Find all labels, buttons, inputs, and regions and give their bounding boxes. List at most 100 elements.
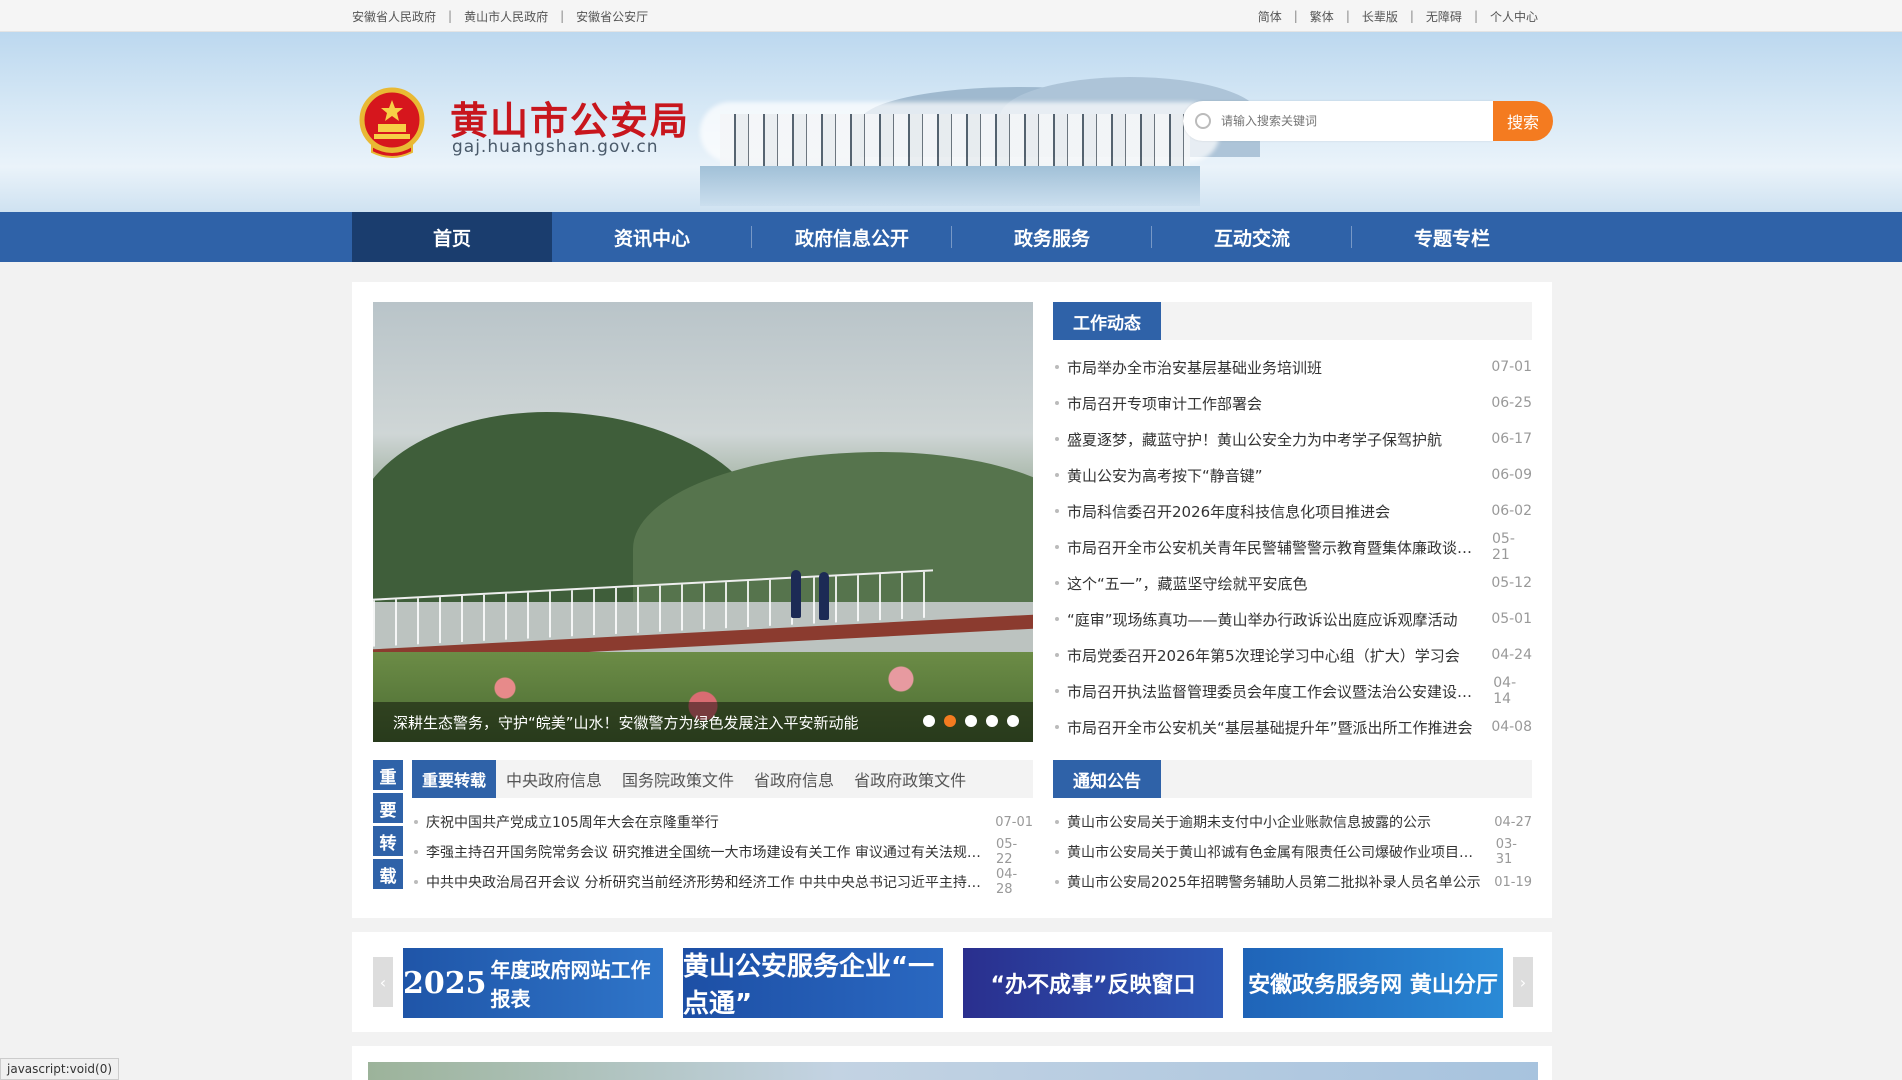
national-emblem-icon xyxy=(359,87,425,158)
list-item[interactable]: 盛夏逐梦，藏蓝守护！黄山公安全力为中考学子保驾护航 06-17 xyxy=(1053,421,1532,457)
search-box xyxy=(1183,101,1493,141)
nav-special-topics[interactable]: 专题专栏 xyxy=(1352,212,1552,262)
link-anhui-gov[interactable]: 安徽省人民政府 xyxy=(352,8,436,25)
list-item-date: 03-31 xyxy=(1495,837,1517,867)
list-item[interactable]: 市局举办全市治安基层基础业务培训班 07-01 xyxy=(1053,349,1532,385)
banner-text: “办不成事”反映窗口 xyxy=(990,973,1196,998)
vertical-char: 载 xyxy=(373,859,403,889)
tab-provincial-policy[interactable]: 省政府政策文件 xyxy=(844,760,976,798)
list-item-title[interactable]: 黄山市公安局关于黄山祁诚有色金属有限责任公司爆破作业项目的公示 xyxy=(1053,842,1484,862)
top-bar: 安徽省人民政府 | 黄山市人民政府 | 安徽省公安厅 简体 | 繁体 | 长辈版… xyxy=(0,0,1902,32)
list-item[interactable]: 黄山公安为高考按下“静音键” 06-09 xyxy=(1053,457,1532,493)
banner-website-report[interactable]: 2025 年度政府网站工作报表 xyxy=(403,948,663,1018)
carousel-dot[interactable] xyxy=(986,715,998,727)
list-item-date: 04-28 xyxy=(995,867,1018,897)
nav-label: 政务服务 xyxy=(1013,227,1090,250)
top-links-left: 安徽省人民政府 | 黄山市人民政府 | 安徽省公安厅 xyxy=(352,0,648,32)
carousel-dots xyxy=(923,715,1019,727)
nav-gov-services[interactable]: 政务服务 xyxy=(952,212,1152,262)
link-traditional[interactable]: 繁体 xyxy=(1310,8,1334,25)
nav-gov-info[interactable]: 政府信息公开 xyxy=(752,212,952,262)
link-anhui-police[interactable]: 安徽省公安厅 xyxy=(576,8,648,25)
divider: | xyxy=(1345,9,1350,23)
main-nav: 首页 资讯中心 政府信息公开 政务服务 互动交流 专题专栏 xyxy=(0,212,1902,262)
search-button[interactable]: 搜索 xyxy=(1493,101,1553,141)
banner-next-arrow[interactable]: › xyxy=(1513,957,1533,1007)
list-item-title[interactable]: 这个“五一”，藏蓝坚守绘就平安底色 xyxy=(1053,573,1308,594)
nav-home[interactable]: 首页 xyxy=(352,212,552,262)
site-domain: gaj.huangshan.gov.cn xyxy=(452,137,659,157)
banner-enterprise-service[interactable]: 黄山公安服务企业“一点通” xyxy=(683,948,943,1018)
news-carousel[interactable]: 深耕生态警务，守护“皖美”山水！安徽警方为绿色发展注入平安新动能 xyxy=(373,302,1033,742)
link-huangshan-gov[interactable]: 黄山市人民政府 xyxy=(464,8,548,25)
list-item[interactable]: 市局召开全市公安机关“基层基础提升年”暨派出所工作推进会 04-08 xyxy=(1053,709,1532,745)
bottom-banner-image[interactable] xyxy=(368,1062,1538,1080)
list-item-title[interactable]: 黄山市公安局2025年招聘警务辅助人员第二批拟补录人员名单公示 xyxy=(1053,872,1481,892)
link-simplified[interactable]: 简体 xyxy=(1258,8,1282,25)
list-item[interactable]: 李强主持召开国务院常务会议 研究推进全国统一大市场建设有关工作 审议通过有关法规… xyxy=(412,837,1033,867)
carousel-caption-text: 深耕生态警务，守护“皖美”山水！安徽警方为绿色发展注入平安新动能 xyxy=(393,713,859,732)
list-item-title[interactable]: 黄山公安为高考按下“静音键” xyxy=(1053,465,1263,486)
divider: | xyxy=(1473,9,1478,23)
list-item[interactable]: 市局召开执法监督管理委员会年度工作会议暨法治公安建设推进会 04-14 xyxy=(1053,673,1532,709)
link-accessibility[interactable]: 无障碍 xyxy=(1426,8,1462,25)
list-item-date: 04-27 xyxy=(1494,814,1532,830)
banner-text: 黄山公安服务企业“一点通” xyxy=(683,952,935,1018)
list-item-title[interactable]: 庆祝中国共产党成立105周年大会在京隆重举行 xyxy=(412,812,719,832)
list-item[interactable]: “庭审”现场练真功——黄山举办行政诉讼出庭应诉观摩活动 05-01 xyxy=(1053,601,1532,637)
list-item-title[interactable]: 盛夏逐梦，藏蓝守护！黄山公安全力为中考学子保驾护航 xyxy=(1053,429,1442,450)
tab-notices[interactable]: 通知公告 xyxy=(1053,760,1161,798)
list-item-title[interactable]: 市局科信委召开2026年度科技信息化项目推进会 xyxy=(1053,501,1390,522)
list-item[interactable]: 中共中央政治局召开会议 分析研究当前经济形势和经济工作 中共中央总书记习近平主持… xyxy=(412,867,1033,897)
banner-text: 年度政府网站工作报表 xyxy=(490,958,651,1011)
work-news-header: 工作动态 xyxy=(1053,302,1532,340)
list-item[interactable]: 市局科信委召开2026年度科技信息化项目推进会 06-02 xyxy=(1053,493,1532,529)
vertical-char: 转 xyxy=(373,826,403,856)
browser-status-url: javascript:void(0) xyxy=(0,1058,120,1080)
list-item-title[interactable]: 黄山市公安局关于逾期未支付中小企业账款信息披露的公示 xyxy=(1053,812,1431,832)
list-item-title[interactable]: 市局举办全市治安基层基础业务培训班 xyxy=(1053,357,1322,378)
tab-central-gov-info[interactable]: 中央政府信息 xyxy=(496,760,612,798)
banner-complaint-window[interactable]: “办不成事”反映窗口 xyxy=(963,948,1223,1018)
tab-important-reprints[interactable]: 重要转载 xyxy=(412,760,497,798)
notices-list: 黄山市公安局关于逾期未支付中小企业账款信息披露的公示 04-27 黄山市公安局关于黄… xyxy=(1053,807,1532,897)
list-item[interactable]: 市局召开专项审计工作部署会 06-25 xyxy=(1053,385,1532,421)
list-item[interactable]: 黄山市公安局关于逾期未支付中小企业账款信息披露的公示 04-27 xyxy=(1053,807,1532,837)
header-water-reflection xyxy=(700,166,1200,206)
list-item-title[interactable]: 市局召开专项审计工作部署会 xyxy=(1053,393,1262,414)
tab-provincial-gov-info[interactable]: 省政府信息 xyxy=(744,760,844,798)
carousel-dot[interactable] xyxy=(965,715,977,727)
list-item-title[interactable]: 中共中央政治局召开会议 分析研究当前经济形势和经济工作 中共中央总书记习近平主持… xyxy=(412,872,984,892)
carousel-dot[interactable] xyxy=(1007,715,1019,727)
reprint-vertical-label: 重 要 转 载 xyxy=(373,760,403,889)
list-item-title[interactable]: 市局召开全市公安机关青年民警辅警警示教育暨集体廉政谈话会 xyxy=(1053,537,1480,558)
list-item[interactable]: 黄山市公安局2025年招聘警务辅助人员第二批拟补录人员名单公示 01-19 xyxy=(1053,867,1532,897)
top-links-right: 简体 | 繁体 | 长辈版 | 无障碍 | 个人中心 xyxy=(1258,0,1538,32)
tab-work-news[interactable]: 工作动态 xyxy=(1053,302,1161,340)
list-item-title[interactable]: 市局召开执法监督管理委员会年度工作会议暨法治公安建设推进会 xyxy=(1053,681,1481,702)
list-item-title[interactable]: 市局党委召开2026年第5次理论学习中心组（扩大）学习会 xyxy=(1053,645,1460,666)
tab-state-council-policy[interactable]: 国务院政策文件 xyxy=(612,760,744,798)
carousel-dot-active[interactable] xyxy=(944,715,956,727)
list-item-title[interactable]: 市局召开全市公安机关“基层基础提升年”暨派出所工作推进会 xyxy=(1053,717,1473,738)
link-personal-center[interactable]: 个人中心 xyxy=(1490,8,1538,25)
link-elder-mode[interactable]: 长辈版 xyxy=(1362,8,1398,25)
nav-news-center[interactable]: 资讯中心 xyxy=(552,212,752,262)
list-item[interactable]: 庆祝中国共产党成立105周年大会在京隆重举行 07-01 xyxy=(412,807,1033,837)
carousel-dot[interactable] xyxy=(923,715,935,727)
list-item[interactable]: 市局党委召开2026年第5次理论学习中心组（扩大）学习会 04-24 xyxy=(1053,637,1532,673)
list-item-date: 04-14 xyxy=(1493,675,1517,707)
banner-gov-service-portal[interactable]: 安徽政务服务网 黄山分厅 xyxy=(1243,948,1503,1018)
list-item-date: 04-08 xyxy=(1491,719,1532,735)
list-item-title[interactable]: 李强主持召开国务院常务会议 研究推进全国统一大市场建设有关工作 审议通过有关法规… xyxy=(412,842,984,862)
list-item-title[interactable]: “庭审”现场练真功——黄山举办行政诉讼出庭应诉观摩活动 xyxy=(1053,609,1458,630)
nav-label: 资讯中心 xyxy=(613,227,690,250)
list-item[interactable]: 黄山市公安局关于黄山祁诚有色金属有限责任公司爆破作业项目的公示 03-31 xyxy=(1053,837,1532,867)
nav-interaction[interactable]: 互动交流 xyxy=(1152,212,1352,262)
banner-prev-arrow[interactable]: ‹ xyxy=(373,957,393,1007)
list-item[interactable]: 这个“五一”，藏蓝坚守绘就平安底色 05-12 xyxy=(1053,565,1532,601)
list-item-date: 07-01 xyxy=(995,814,1033,830)
list-item[interactable]: 市局召开全市公安机关青年民警辅警警示教育暨集体廉政谈话会 05-21 xyxy=(1053,529,1532,565)
search-input[interactable] xyxy=(1221,114,1471,128)
work-news-list: 市局举办全市治安基层基础业务培训班 07-01 市局召开专项审计工作部署会 06-25… xyxy=(1053,349,1532,745)
